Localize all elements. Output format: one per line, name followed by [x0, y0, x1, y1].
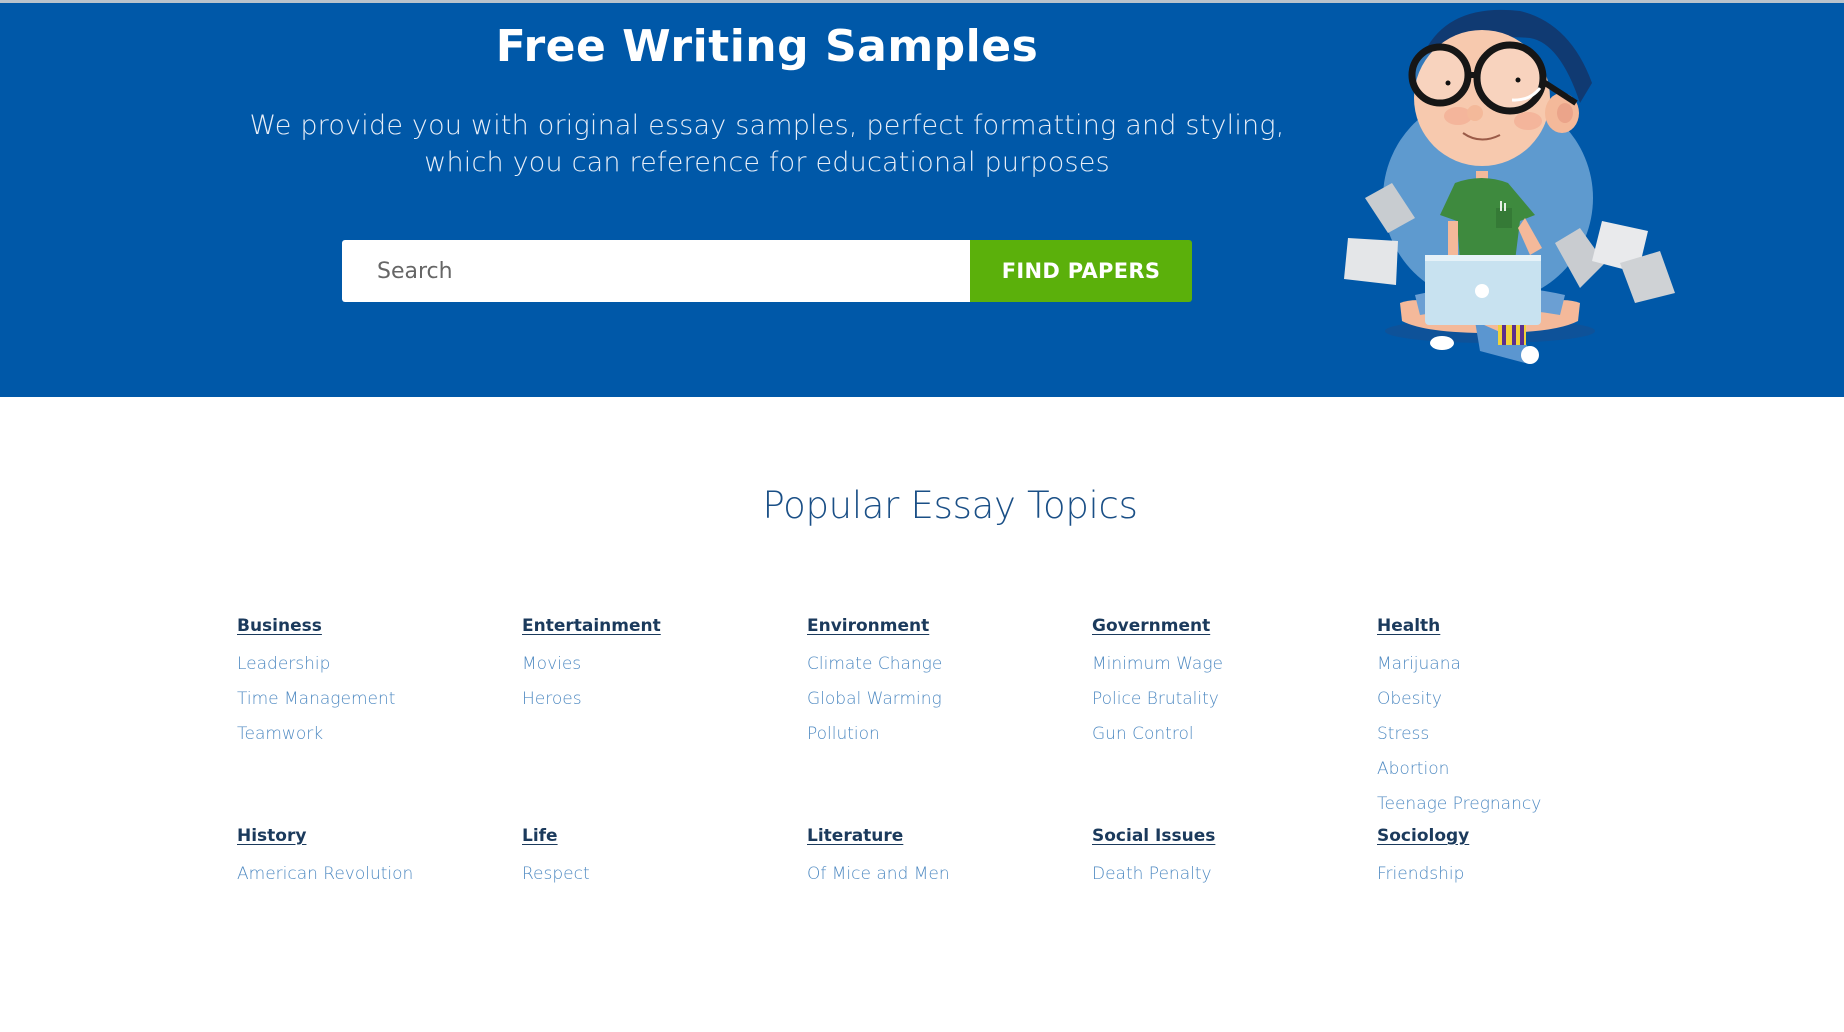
topic-column-sociology: Sociology Friendship — [1377, 822, 1662, 892]
topic-category-link[interactable]: Business — [237, 612, 522, 640]
hero-subtitle-line-2: which you can reference for educational … — [424, 147, 1110, 178]
laptop-icon — [1425, 255, 1541, 325]
topic-category-link[interactable]: Social Issues — [1092, 822, 1377, 850]
topic-category-link[interactable]: Government — [1092, 612, 1377, 640]
topic-link[interactable]: Stress — [1377, 717, 1662, 752]
topic-column-environment: Environment Climate Change Global Warmin… — [807, 612, 1092, 752]
topics-row-1: Business Leadership Time Management Team… — [237, 612, 1687, 822]
topic-link[interactable]: Friendship — [1377, 857, 1662, 892]
topic-link[interactable]: Obesity — [1377, 682, 1662, 717]
topic-column-business: Business Leadership Time Management Team… — [237, 612, 522, 752]
hero-banner: Free Writing Samples We provide you with… — [0, 3, 1844, 397]
search-form: FIND PAPERS — [342, 240, 1192, 302]
page-title: Free Writing Samples — [495, 21, 1039, 72]
topic-link[interactable]: Movies — [522, 647, 807, 682]
topic-link[interactable]: American Revolution — [237, 857, 522, 892]
topic-link[interactable]: Pollution — [807, 717, 1092, 752]
topic-category-link[interactable]: Sociology — [1377, 822, 1662, 850]
topics-row-2: History American Revolution Life Respect… — [237, 822, 1687, 1032]
topic-link[interactable]: Climate Change — [807, 647, 1092, 682]
topics-grid: Business Leadership Time Management Team… — [237, 612, 1687, 1032]
topic-category-link[interactable]: Life — [522, 822, 807, 850]
search-input[interactable] — [342, 240, 970, 302]
popular-topics-title: Popular Essay Topics — [762, 484, 1138, 527]
find-papers-button[interactable]: FIND PAPERS — [970, 240, 1192, 302]
topic-category-link[interactable]: Environment — [807, 612, 1092, 640]
topic-link[interactable]: Time Management — [237, 682, 522, 717]
topic-column-government: Government Minimum Wage Police Brutality… — [1092, 612, 1377, 752]
topic-column-entertainment: Entertainment Movies Heroes — [522, 612, 807, 717]
topic-link[interactable]: Heroes — [522, 682, 807, 717]
hero-subtitle: We provide you with original essay sampl… — [0, 107, 1534, 181]
topic-link[interactable]: Respect — [522, 857, 807, 892]
topic-category-link[interactable]: Entertainment — [522, 612, 807, 640]
topic-category-link[interactable]: History — [237, 822, 522, 850]
topic-category-link[interactable]: Health — [1377, 612, 1662, 640]
topic-link[interactable]: Death Penalty — [1092, 857, 1377, 892]
topic-link[interactable]: Gun Control — [1092, 717, 1377, 752]
topic-link[interactable]: Global Warming — [807, 682, 1092, 717]
topic-link[interactable]: Minimum Wage — [1092, 647, 1377, 682]
hero-subtitle-line-1: We provide you with original essay sampl… — [249, 110, 1285, 141]
student-with-laptop-illustration — [1344, 9, 1675, 364]
topic-link[interactable]: Teamwork — [237, 717, 522, 752]
topic-link[interactable]: Marijuana — [1377, 647, 1662, 682]
topic-column-health: Health Marijuana Obesity Stress Abortion… — [1377, 612, 1662, 822]
topic-column-literature: Literature Of Mice and Men — [807, 822, 1092, 892]
topic-link[interactable]: Leadership — [237, 647, 522, 682]
topic-column-life: Life Respect — [522, 822, 807, 892]
topic-column-social-issues: Social Issues Death Penalty — [1092, 822, 1377, 892]
topic-link[interactable]: Of Mice and Men — [807, 857, 1092, 892]
topic-link[interactable]: Teenage Pregnancy — [1377, 787, 1662, 822]
topic-link[interactable]: Police Brutality — [1092, 682, 1377, 717]
topic-category-link[interactable]: Literature — [807, 822, 1092, 850]
topic-column-history: History American Revolution — [237, 822, 522, 892]
topic-link[interactable]: Abortion — [1377, 752, 1662, 787]
